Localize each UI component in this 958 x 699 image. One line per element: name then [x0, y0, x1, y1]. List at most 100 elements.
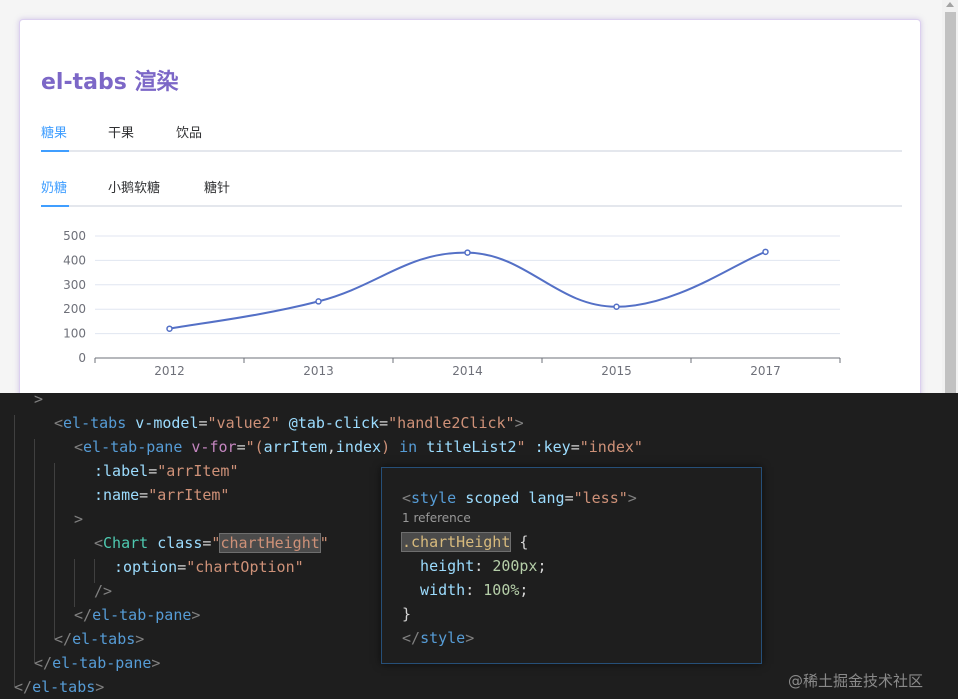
code-token: />	[94, 582, 113, 600]
tab-sprinkles[interactable]: 糖针	[204, 177, 230, 196]
code-token: "value2"	[207, 414, 280, 432]
tab-bar-primary: 糖果 干果 饮品	[41, 122, 902, 152]
page-scrollbar[interactable]	[942, 0, 958, 393]
code-token: >	[95, 678, 105, 696]
data-point	[613, 303, 620, 311]
code-token: :	[474, 557, 493, 575]
watermark: @稀土掘金技术社区	[788, 672, 924, 690]
code-token: .chartHeight	[400, 532, 512, 552]
data-point	[166, 325, 173, 332]
scroll-up-arrow-icon[interactable]	[946, 2, 954, 7]
code-line: :option="chartOption"	[114, 555, 304, 579]
code-token: el-tabs	[72, 630, 136, 648]
line-chart: 0 100 200 300 400 500 2012 2013 2014 2015 2017	[63, 229, 841, 378]
code-token: =	[148, 462, 158, 480]
code-token: )	[381, 438, 391, 456]
page-title: el-tabs 渲染	[41, 70, 179, 95]
peek-code-line: height: 200px;	[402, 554, 547, 578]
code-token: style	[411, 489, 457, 507]
code-token: <	[74, 438, 84, 456]
y-tick-label: 400	[63, 253, 86, 267]
x-tick-label: 2013	[303, 364, 334, 378]
code-token: :name	[94, 486, 140, 504]
code-line: :name="arrItem"	[94, 483, 229, 507]
code-token: scoped	[456, 489, 520, 507]
code-token: el-tab-pane	[52, 654, 152, 672]
peek-definition-popup[interactable]: <style scoped lang="less"> 1 reference .ch…	[381, 467, 762, 664]
code-token: >	[514, 414, 524, 432]
tab-drinks[interactable]: 饮品	[176, 122, 202, 141]
data-point	[762, 248, 769, 256]
code-token: 200px	[492, 557, 538, 575]
code-line: :label="arrItem"	[94, 459, 239, 483]
code-token: 100%	[483, 581, 520, 599]
code-token: :key	[525, 438, 571, 456]
active-tab-indicator	[41, 150, 69, 152]
indent-guide	[34, 439, 35, 663]
peek-code-line: }	[402, 602, 411, 626]
peek-code-line: </style>	[402, 626, 474, 650]
code-line: <Chart class="chartHeight"	[94, 531, 329, 555]
code-line: <el-tab-pane v-for="(arrItem,index) in t…	[74, 435, 643, 459]
scrollbar-thumb[interactable]	[945, 12, 956, 393]
code-line: >	[74, 507, 83, 531]
code-token: @tab-click	[279, 414, 380, 432]
code-token: :label	[94, 462, 149, 480]
tab-candy[interactable]: 糖果	[41, 122, 67, 141]
x-tick-label: 2012	[154, 364, 185, 378]
code-token: =	[570, 438, 580, 456]
code-token: "index"	[579, 438, 643, 456]
code-token: "less"	[573, 489, 628, 507]
code-token: =	[379, 414, 389, 432]
code-token: }	[402, 605, 412, 623]
peek-code-line: .chartHeight {	[400, 530, 529, 554]
tab-milk-candy[interactable]: 奶糖	[41, 177, 67, 196]
code-token: =	[236, 438, 246, 456]
code-line: />	[94, 579, 112, 603]
code-token: el-tabs	[63, 414, 127, 432]
code-token: "	[516, 438, 526, 456]
code-token: >	[151, 654, 161, 672]
code-token: width	[402, 581, 466, 599]
code-token: ,	[326, 438, 336, 456]
code-token: lang	[519, 489, 565, 507]
code-token: </	[54, 630, 73, 648]
code-token: titleList2	[426, 438, 517, 456]
code-token: >	[191, 606, 201, 624]
indent-guide	[54, 463, 55, 639]
data-point	[315, 298, 322, 305]
code-line: >	[34, 387, 43, 411]
code-token: >	[34, 390, 44, 408]
code-token: <	[54, 414, 64, 432]
tab-dried-fruit[interactable]: 干果	[108, 122, 134, 141]
code-token: arrItem	[263, 438, 327, 456]
code-line: </el-tab-pane>	[34, 651, 160, 675]
indent-guide	[14, 415, 15, 687]
data-point	[464, 249, 471, 256]
code-token: =	[177, 558, 187, 576]
reference-count[interactable]: 1 reference	[402, 508, 471, 526]
code-token: v-model	[126, 414, 199, 432]
code-token: el-tab-pane	[92, 606, 192, 624]
y-tick-label: 500	[63, 229, 86, 243]
code-token: =	[139, 486, 149, 504]
code-line: <el-tabs v-model="value2" @tab-click="ha…	[54, 411, 524, 435]
code-token: </	[14, 678, 33, 696]
code-token: "	[319, 534, 329, 552]
code-token: "arrItem"	[157, 462, 239, 480]
code-token: </	[74, 606, 93, 624]
code-token: height	[402, 557, 475, 575]
y-tick-label: 300	[63, 278, 86, 292]
code-token: class	[148, 534, 203, 552]
code-token: ;	[537, 557, 547, 575]
series-line	[169, 250, 766, 330]
active-subtab-indicator	[41, 205, 69, 207]
code-token: {	[510, 533, 529, 551]
code-token: in	[390, 438, 427, 456]
code-token: "arrItem"	[148, 486, 230, 504]
tab-gummy-goose[interactable]: 小鹅软糖	[108, 177, 160, 196]
code-token: :	[465, 581, 484, 599]
x-tick-label: 2017	[750, 364, 781, 378]
code-token: v-for	[182, 438, 237, 456]
code-line: </el-tabs>	[54, 627, 144, 651]
